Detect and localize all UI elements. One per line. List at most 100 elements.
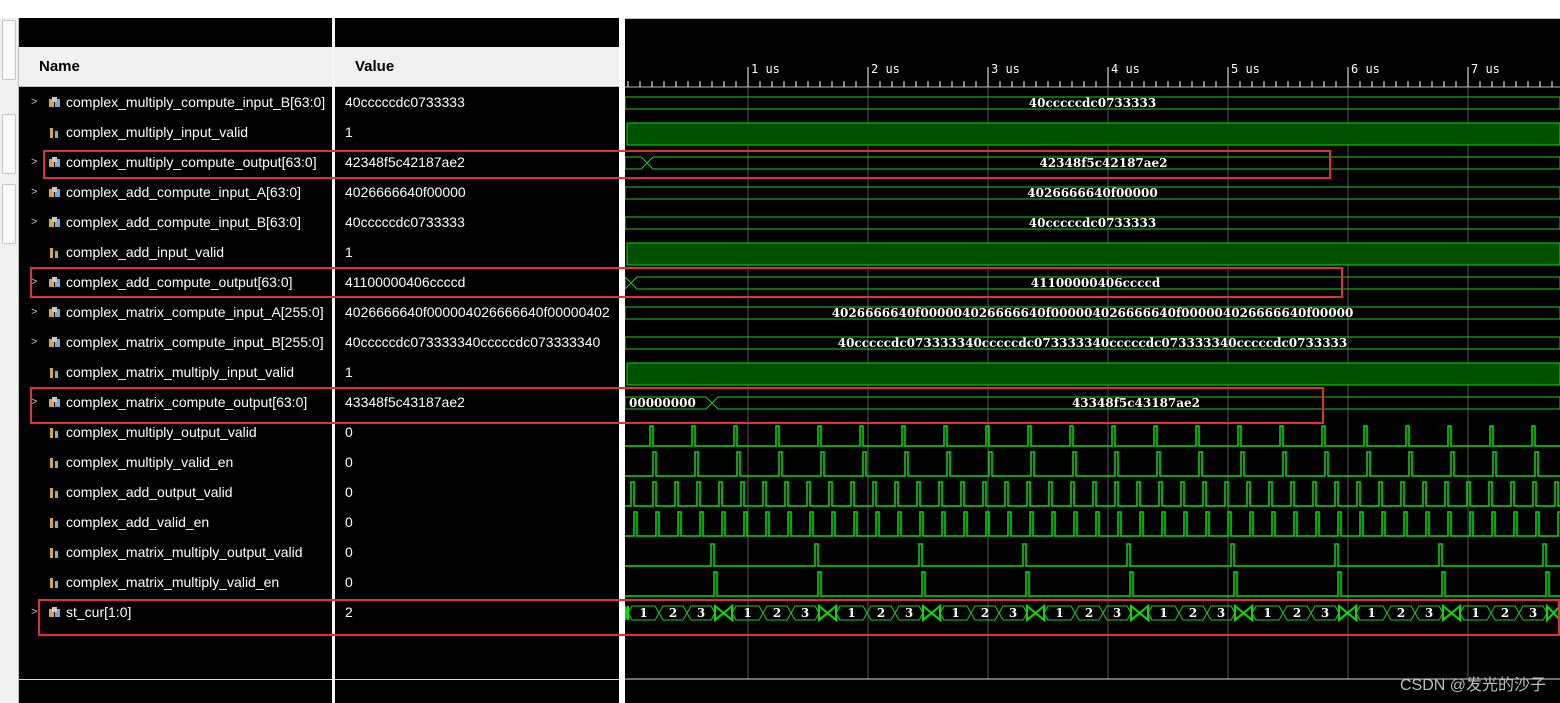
bit-signal-icon bbox=[50, 488, 58, 498]
value-row[interactable]: 40cccccdc0733333 bbox=[335, 208, 619, 238]
value-row[interactable]: 0 bbox=[335, 568, 619, 598]
signal-name: complex_multiply_valid_en bbox=[66, 454, 234, 470]
ruler-tick-label: 4 us bbox=[1111, 62, 1140, 76]
signal-name: complex_matrix_multiply_output_valid bbox=[66, 544, 303, 560]
bus-value-label: 40cccccdc073333340cccccdc073333340cccccd… bbox=[838, 336, 1348, 350]
signal-value: 4026666640f00000 bbox=[345, 184, 466, 200]
signal-value: 40cccccdc0733333 bbox=[345, 214, 465, 230]
expand-chevron-icon[interactable]: > bbox=[31, 156, 37, 168]
signal-row[interactable]: complex_multiply_input_valid bbox=[19, 118, 332, 148]
panel-divider bbox=[19, 679, 332, 680]
expand-chevron-icon[interactable]: > bbox=[31, 606, 37, 618]
bit-pulse-wave bbox=[625, 543, 1560, 567]
signal-row[interactable]: complex_matrix_multiply_input_valid bbox=[19, 358, 332, 388]
signal-row[interactable]: > complex_multiply_compute_input_B[63:0] bbox=[19, 88, 332, 118]
signal-row[interactable]: complex_add_valid_en bbox=[19, 508, 332, 538]
side-panel-tab[interactable] bbox=[2, 114, 16, 174]
bus-value-label: 40cccccdc0733333 bbox=[1029, 216, 1156, 230]
bus-value-label: 4026666640f000004026666640f0000040266666… bbox=[832, 306, 1354, 320]
signal-row[interactable]: > complex_matrix_compute_input_A[255:0] bbox=[19, 298, 332, 328]
highlight-box-add-output bbox=[30, 267, 1343, 298]
bit-high-wave bbox=[626, 362, 1560, 386]
signal-value: 1 bbox=[345, 364, 353, 380]
signal-name: complex_add_input_valid bbox=[66, 244, 224, 260]
bit-signal-icon bbox=[50, 458, 58, 468]
signal-name: complex_add_valid_en bbox=[66, 514, 210, 530]
signal-name: complex_matrix_multiply_valid_en bbox=[66, 574, 280, 590]
ruler-tick-label: 5 us bbox=[1231, 62, 1260, 76]
expand-chevron-icon[interactable]: > bbox=[31, 186, 37, 198]
bus-signal-icon bbox=[49, 97, 60, 107]
value-row[interactable]: 1 bbox=[335, 118, 619, 148]
expand-chevron-icon[interactable]: > bbox=[31, 336, 37, 348]
panel-divider bbox=[335, 679, 619, 680]
signal-name: complex_multiply_input_valid bbox=[66, 124, 249, 140]
ruler-tick-label: 6 us bbox=[1351, 62, 1380, 76]
bit-signal-icon bbox=[50, 368, 58, 378]
side-panel-tab[interactable] bbox=[2, 184, 16, 244]
bus-value-label: 4026666640f00000 bbox=[1027, 186, 1157, 200]
signal-value: 4026666640f000004026666640f00000402 bbox=[345, 304, 610, 320]
signal-name: complex_matrix_compute_input_B[255:0] bbox=[66, 334, 324, 350]
value-row[interactable]: 4026666640f00000 bbox=[335, 178, 619, 208]
ruler-tick-label: 1 us bbox=[751, 62, 780, 76]
bit-pulse-wave bbox=[625, 481, 1560, 507]
value-row[interactable]: 0 bbox=[335, 508, 619, 538]
signal-row[interactable]: complex_add_output_valid bbox=[19, 478, 332, 508]
bit-signal-icon bbox=[50, 578, 58, 588]
signal-value: 0 bbox=[345, 484, 353, 500]
bit-pulse-wave bbox=[625, 451, 1560, 477]
waveform-toolbar bbox=[0, 0, 1560, 19]
bus-signal-icon bbox=[49, 217, 60, 227]
signal-value: 40cccccdc073333340cccccdc073333340 bbox=[345, 334, 601, 350]
ruler-tick-label: 2 us bbox=[871, 62, 900, 76]
bus-signal-icon bbox=[49, 307, 60, 317]
watermark: CSDN @发光的沙子 bbox=[1399, 677, 1546, 694]
signal-row[interactable]: complex_matrix_multiply_valid_en bbox=[19, 568, 332, 598]
bit-high-wave bbox=[626, 242, 1560, 266]
ruler-tick-label: 7 us bbox=[1471, 62, 1500, 76]
value-row[interactable]: 40cccccdc073333340cccccdc073333340 bbox=[335, 328, 619, 358]
value-row[interactable]: 0 bbox=[335, 538, 619, 568]
signal-name: complex_multiply_output_valid bbox=[66, 424, 257, 440]
bit-signal-icon bbox=[50, 548, 58, 558]
signal-row[interactable]: > complex_add_compute_input_A[63:0] bbox=[19, 178, 332, 208]
value-row[interactable]: 0 bbox=[335, 448, 619, 478]
signal-name: complex_add_compute_input_B[63:0] bbox=[66, 214, 302, 230]
ruler-tick-label: 3 us bbox=[991, 62, 1020, 76]
value-row[interactable]: 40cccccdc0733333 bbox=[335, 88, 619, 118]
signal-row[interactable]: complex_matrix_multiply_output_valid bbox=[19, 538, 332, 568]
bit-signal-icon bbox=[50, 428, 58, 438]
value-row[interactable]: 4026666640f000004026666640f00000402 bbox=[335, 298, 619, 328]
expand-chevron-icon[interactable]: > bbox=[31, 96, 37, 108]
signal-row[interactable]: > complex_matrix_compute_input_B[255:0] bbox=[19, 328, 332, 358]
signal-row[interactable]: complex_add_input_valid bbox=[19, 238, 332, 268]
bit-signal-icon bbox=[50, 248, 58, 258]
highlight-box-matrix-output bbox=[30, 387, 1324, 424]
highlight-box-state bbox=[38, 599, 1560, 636]
bus-signal-icon bbox=[49, 337, 60, 347]
signal-value: 1 bbox=[345, 244, 353, 260]
signal-value: 40cccccdc0733333 bbox=[345, 94, 465, 110]
bit-pulse-wave bbox=[625, 425, 1560, 447]
signal-value: 0 bbox=[345, 424, 353, 440]
value-row[interactable]: 1 bbox=[335, 238, 619, 268]
value-row[interactable]: 1 bbox=[335, 358, 619, 388]
bit-signal-icon bbox=[50, 128, 58, 138]
signal-name: complex_matrix_multiply_input_valid bbox=[66, 364, 294, 380]
signal-row[interactable]: complex_multiply_valid_en bbox=[19, 448, 332, 478]
bit-pulse-wave bbox=[625, 571, 1560, 597]
value-column-header[interactable]: Value bbox=[335, 47, 619, 87]
expand-chevron-icon[interactable]: > bbox=[31, 306, 37, 318]
name-column-header[interactable]: Name bbox=[19, 47, 332, 87]
bit-pulse-wave bbox=[625, 511, 1560, 537]
value-row[interactable]: 0 bbox=[335, 478, 619, 508]
signal-row[interactable]: > complex_add_compute_input_B[63:0] bbox=[19, 208, 332, 238]
signal-value: 0 bbox=[345, 544, 353, 560]
signal-name: complex_multiply_compute_input_B[63:0] bbox=[66, 94, 326, 110]
signal-name: complex_add_compute_input_A[63:0] bbox=[66, 184, 302, 200]
side-toolbar bbox=[0, 18, 19, 703]
expand-chevron-icon[interactable]: > bbox=[31, 216, 37, 228]
bus-signal-icon bbox=[49, 187, 60, 197]
side-panel-tab[interactable] bbox=[2, 20, 16, 80]
